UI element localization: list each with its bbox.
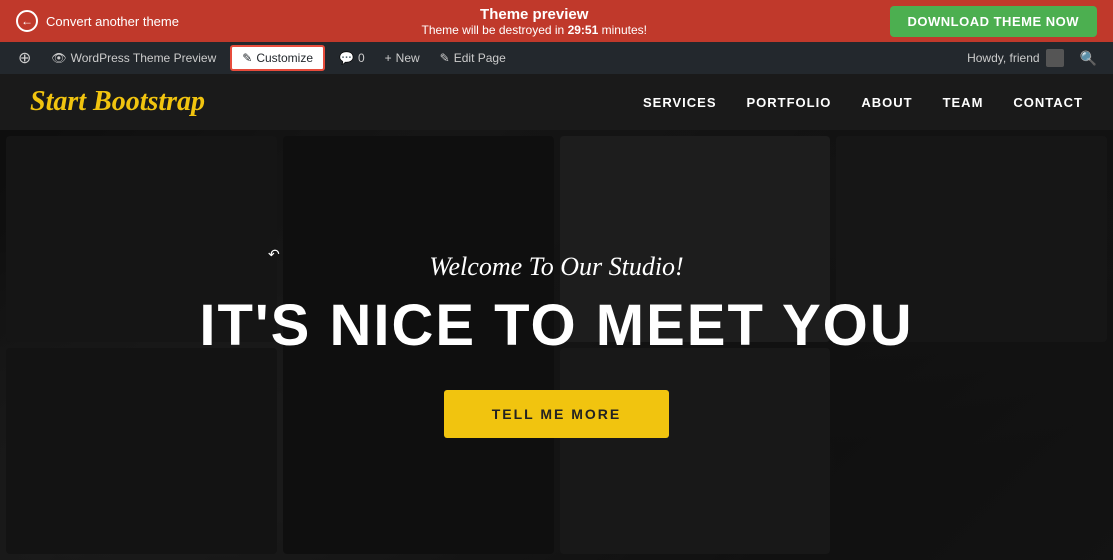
hero-subtitle: Welcome To Our Studio! [199, 252, 913, 282]
theme-preview-banner: ← Convert another theme Theme preview Th… [0, 0, 1113, 42]
site-logo[interactable]: Start Bootstrap [30, 86, 643, 118]
customize-button[interactable]: ✎ Customize [230, 45, 325, 71]
howdy-section: Howdy, friend [959, 49, 1071, 67]
howdy-label: Howdy, friend [967, 51, 1039, 65]
comments-count: 0 [358, 51, 365, 65]
comments-icon: 💬 [339, 51, 354, 65]
search-button[interactable]: 🔍 [1072, 50, 1105, 67]
countdown-timer: 29:51 [568, 23, 599, 37]
back-icon: ← [16, 10, 38, 32]
new-label: New [396, 51, 420, 65]
edit-page-label: Edit Page [454, 51, 506, 65]
plus-icon: + [385, 51, 392, 65]
nav-services[interactable]: SERVICES [643, 95, 717, 110]
avatar [1046, 49, 1064, 67]
wp-admin-bar: ⊕ 👁 WordPress Theme Preview ✎ Customize … [0, 42, 1113, 74]
theme-preview-label: WordPress Theme Preview [71, 51, 217, 65]
download-theme-button[interactable]: DOWNLOAD THEME NOW [890, 6, 1097, 37]
hero-title: IT'S NICE TO MEET YOU [199, 294, 913, 358]
hero-content: Welcome To Our Studio! IT'S NICE TO MEET… [199, 252, 913, 438]
nav-contact[interactable]: CONTACT [1013, 95, 1083, 110]
banner-center: Theme preview Theme will be destroyed in… [422, 6, 647, 37]
theme-preview-icon: 👁 [51, 51, 66, 65]
edit-page-button[interactable]: ✎ Edit Page [430, 42, 516, 74]
new-button[interactable]: + New [375, 42, 430, 74]
nav-portfolio[interactable]: PORTFOLIO [747, 95, 832, 110]
banner-title: Theme preview [422, 6, 647, 23]
banner-subtitle: Theme will be destroyed in 29:51 minutes… [422, 23, 647, 37]
theme-preview-button[interactable]: 👁 WordPress Theme Preview [41, 42, 226, 74]
convert-label: Convert another theme [46, 14, 179, 29]
customize-label: Customize [256, 51, 313, 65]
hero-section: Welcome To Our Studio! IT'S NICE TO MEET… [0, 130, 1113, 560]
hero-cta-button[interactable]: TELL ME MORE [444, 390, 670, 438]
nav-about[interactable]: ABOUT [861, 95, 912, 110]
customize-icon: ✎ [242, 51, 252, 65]
convert-another-button[interactable]: ← Convert another theme [16, 10, 179, 32]
comments-button[interactable]: 💬 0 [329, 42, 375, 74]
wordpress-icon: ⊕ [18, 48, 31, 68]
site-navigation: Start Bootstrap SERVICES PORTFOLIO ABOUT… [0, 74, 1113, 130]
nav-team[interactable]: TEAM [943, 95, 984, 110]
edit-icon: ✎ [440, 51, 450, 65]
wp-logo-button[interactable]: ⊕ [8, 42, 41, 74]
nav-links: SERVICES PORTFOLIO ABOUT TEAM CONTACT [643, 95, 1083, 110]
